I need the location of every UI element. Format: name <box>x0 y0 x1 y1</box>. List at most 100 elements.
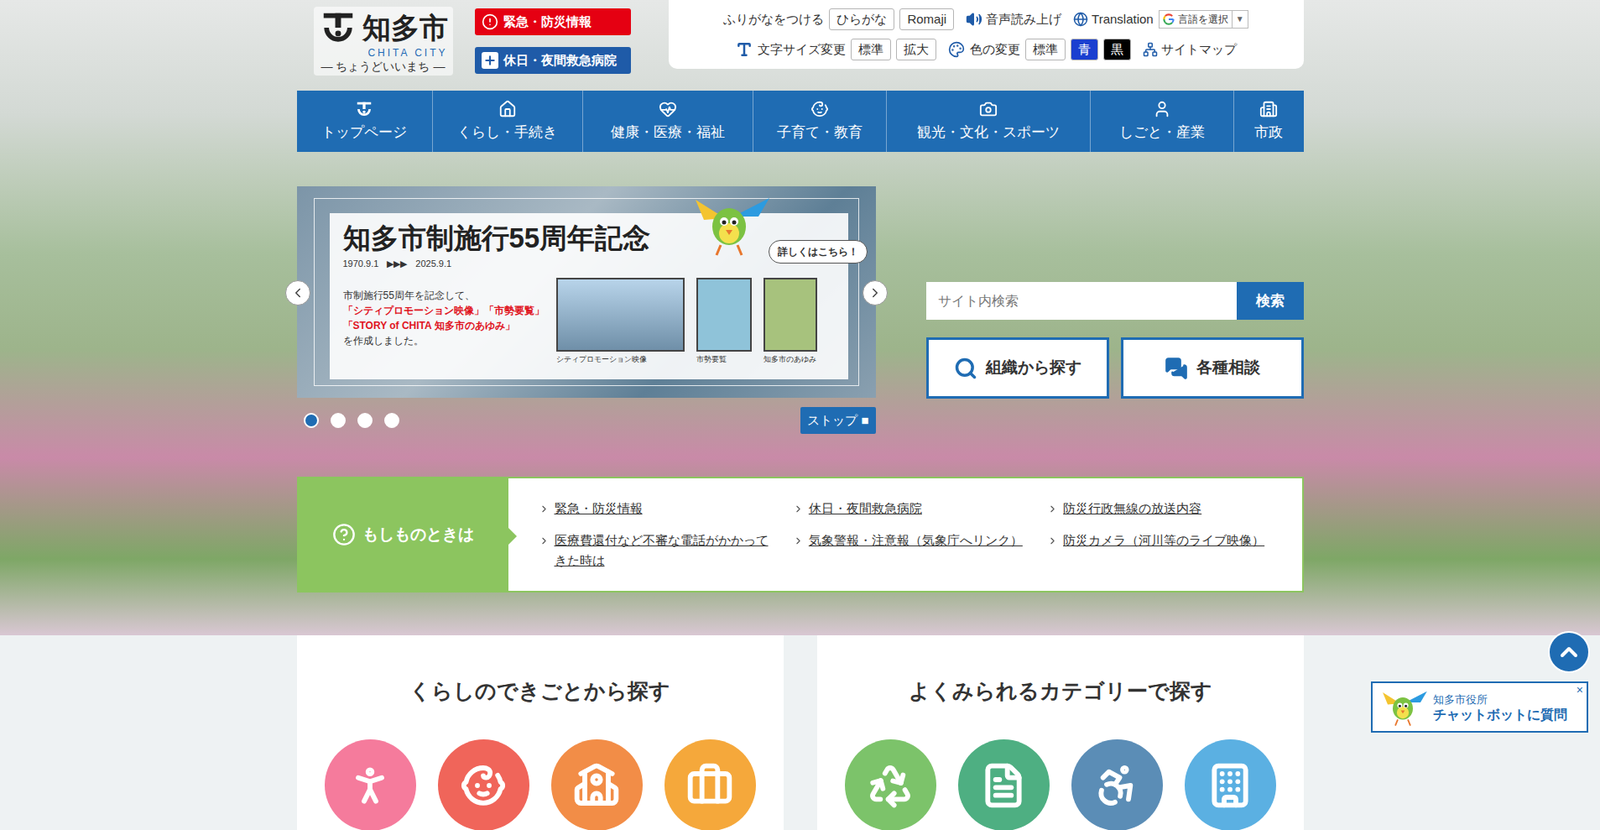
nav-item[interactable]: しごと・産業 <box>1090 90 1235 152</box>
emergency-links: 緊急・防災情報休日・夜間救急病院防災行政無線の放送内容医療費還付など不審な電話が… <box>508 478 1303 591</box>
chatbot-line2: チャットボットに質問 <box>1433 707 1568 723</box>
color-label: 色の変更 <box>969 40 1021 60</box>
color-button[interactable]: 青 <box>1070 38 1099 61</box>
emergency-link[interactable]: 医療費還付など不審な電話がかかってきた時は <box>538 530 777 571</box>
finder-item[interactable] <box>1071 739 1163 830</box>
alert-button[interactable]: 緊急・防災情報 <box>474 8 631 36</box>
shortcut-button[interactable]: 各種相談 <box>1120 337 1304 399</box>
nav-item[interactable]: 市政 <box>1234 90 1304 152</box>
emergency-link[interactable]: 休日・夜間救急病院 <box>792 498 1031 519</box>
page-top-button[interactable] <box>1547 630 1590 673</box>
emergency-link[interactable]: 防災カメラ（河川等のライブ映像） <box>1047 530 1285 571</box>
city-mark-icon <box>318 8 358 47</box>
language-select[interactable]: 言語を選択▼ <box>1158 10 1249 29</box>
finders: くらしのできごとから探す よくみられるカテゴリーで探す <box>297 635 1304 830</box>
nav-item[interactable]: 観光・文化・スポーツ <box>886 90 1091 152</box>
finder-item[interactable] <box>844 739 937 830</box>
hospital-icon <box>481 52 499 69</box>
category-icon <box>979 761 1027 809</box>
carousel-dot[interactable] <box>330 412 346 428</box>
category-icon <box>459 761 507 809</box>
slide-text: 市制施行55周年を記念して、「シティプロモーション映像」「市勢要覧」「STORY… <box>343 277 547 366</box>
logo-romaji: CHITA CITY <box>367 46 448 59</box>
prev-button[interactable] <box>285 280 311 306</box>
speaker-icon <box>965 10 983 28</box>
shortcut-button[interactable]: 組織から探す <box>926 337 1110 399</box>
help-icon <box>332 522 356 547</box>
category-icon <box>1206 761 1254 809</box>
nav-icon <box>498 99 517 119</box>
google-icon <box>1162 13 1175 26</box>
logo-tagline: — ちょうどいいまち — <box>321 58 446 74</box>
consult-icon <box>1164 356 1189 381</box>
emergency-link[interactable]: 気象警報・注意報（気象庁へリンク） <box>792 530 1031 571</box>
finder-item[interactable] <box>958 739 1050 830</box>
mascot-icon <box>1377 687 1429 728</box>
sitemap-icon <box>1142 41 1158 58</box>
carousel-dot[interactable] <box>303 412 319 428</box>
chevron-icon <box>538 535 550 547</box>
category-icon <box>1093 761 1141 809</box>
alert-button[interactable]: 休日・夜間救急病院 <box>474 46 631 74</box>
emergency-box: もしものときは緊急・防災情報休日・夜間救急病院防災行政無線の放送内容医療費還付な… <box>297 476 1304 593</box>
nav-item[interactable]: 子育て・教育 <box>753 90 887 152</box>
dots <box>297 412 400 428</box>
tools-panel: ふりがなをつけるひらがなRomaji音声読み上げTranslation言語を選択… <box>668 0 1304 69</box>
finder-item[interactable] <box>551 739 643 830</box>
finder-item[interactable] <box>664 739 756 830</box>
carousel-dot[interactable] <box>384 412 400 428</box>
carousel-controls: ストップ■ <box>297 406 876 434</box>
carousel-dot[interactable] <box>357 412 373 428</box>
stop-button[interactable]: ストップ■ <box>800 406 876 434</box>
tools-row: ふりがなをつけるひらがなRomaji音声読み上げTranslation言語を選択… <box>723 8 1248 31</box>
furigana-button[interactable]: Romaji <box>899 8 954 31</box>
finder-item[interactable] <box>437 739 530 830</box>
emergency-link[interactable]: 防災行政無線の放送内容 <box>1047 498 1285 519</box>
font-size-label: 文字サイズ変更 <box>757 40 846 60</box>
color-button[interactable]: 黒 <box>1103 38 1131 61</box>
slide-dates: 1970.9.1▶▶▶2025.9.1 <box>343 256 835 272</box>
slide-bubble: 詳しくはこちら！ <box>768 239 868 264</box>
chevron-right-icon <box>867 285 883 301</box>
chevron-icon <box>1047 503 1058 515</box>
finder-item[interactable] <box>1184 739 1277 830</box>
font-size-button[interactable]: 拡大 <box>896 38 937 61</box>
city-mark-icon <box>354 99 374 119</box>
nav-item[interactable]: 健康・医療・福祉 <box>583 90 754 152</box>
furigana-button[interactable]: ひらがな <box>828 8 895 31</box>
alert-buttons: 緊急・防災情報休日・夜間救急病院 <box>474 8 631 74</box>
nav-icon <box>810 99 829 119</box>
finder-title: よくみられるカテゴリーで探す <box>908 677 1213 704</box>
search-input[interactable] <box>926 281 1237 320</box>
category-icon <box>573 761 621 809</box>
thumbnails: シティプロモーション映像市勢要覧知多市のあゆみ <box>556 277 818 366</box>
font-size-icon <box>735 41 753 58</box>
nav-icon <box>658 99 678 119</box>
chatbot-banner[interactable]: 知多市役所チャットボットに質問 × <box>1370 681 1589 733</box>
slide[interactable]: 知多市制施行55周年記念1970.9.1▶▶▶2025.9.1市制施行55周年を… <box>297 186 876 398</box>
emergency-link[interactable]: 緊急・防災情報 <box>538 498 777 519</box>
finder-item[interactable] <box>324 739 417 830</box>
finder-title: くらしのできごとから探す <box>409 677 671 704</box>
logo[interactable]: 知多市 CHITA CITY— ちょうどいいまち — <box>313 6 454 76</box>
tools-row: 文字サイズ変更標準拡大色の変更標準青黒サイトマップ <box>735 38 1237 61</box>
chatbot-close[interactable]: × <box>1576 682 1584 697</box>
font-size-button[interactable]: 標準 <box>850 38 892 61</box>
nav-icon <box>1152 99 1172 119</box>
color-button[interactable]: 標準 <box>1025 38 1066 61</box>
nav-item[interactable]: トップページ <box>297 90 433 152</box>
slide-panel: 知多市制施行55周年記念1970.9.1▶▶▶2025.9.1市制施行55周年を… <box>329 213 849 380</box>
page: 知多市CHITA CITY— ちょうどいいまち —緊急・防災情報休日・夜間救急病… <box>0 0 1600 830</box>
hero-inner: 知多市CHITA CITY— ちょうどいいまち —緊急・防災情報休日・夜間救急病… <box>297 0 1304 593</box>
chatbot-line1: 知多市役所 <box>1433 692 1568 708</box>
sitemap-link[interactable]: サイトマップ <box>1142 40 1237 60</box>
alert-icon <box>481 13 499 31</box>
voice-button[interactable]: 音声読み上げ <box>965 10 1062 30</box>
next-button[interactable] <box>862 280 888 306</box>
translation-label: Translation <box>1073 10 1154 30</box>
nav-item[interactable]: くらし・手続き <box>432 90 584 152</box>
global-nav: トップページくらし・手続き健康・医療・福祉子育て・教育観光・文化・スポーツしごと… <box>297 90 1304 152</box>
logo-name: 知多市 <box>362 11 449 44</box>
search-button[interactable]: 検索 <box>1236 281 1304 320</box>
palette-icon <box>948 41 965 58</box>
